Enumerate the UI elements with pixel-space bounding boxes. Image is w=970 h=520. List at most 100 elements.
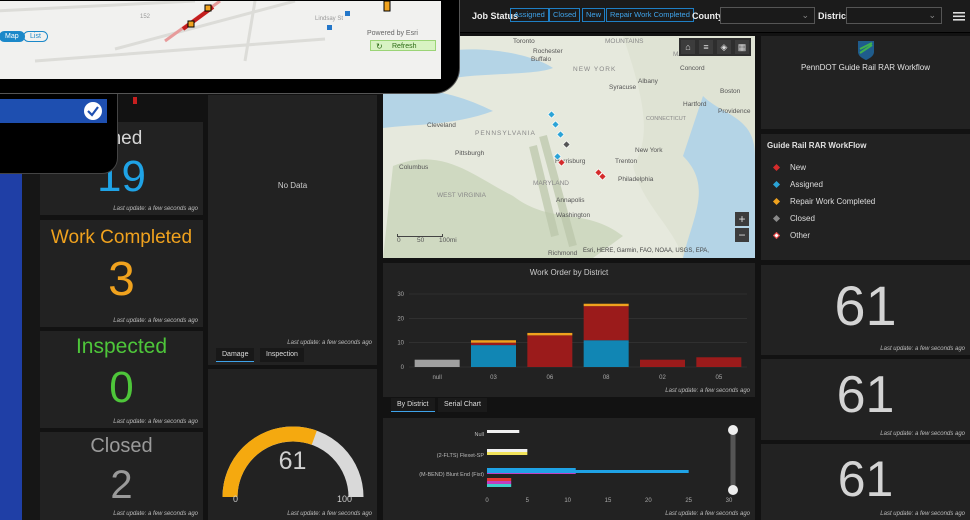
- scroll-handle-bottom[interactable]: [728, 485, 738, 495]
- status-chip-closed[interactable]: Closed: [549, 8, 581, 22]
- county-select[interactable]: ⌄: [720, 7, 815, 24]
- legend-item-new: New: [772, 163, 806, 172]
- map-attribution: Esri, HERE, Garmin, FAO, NOAA, USGS, EPA…: [583, 248, 709, 254]
- chevron-down-icon: ⌄: [928, 10, 936, 20]
- x-tick-label: 0: [485, 498, 489, 504]
- status-chip-repair-work-completed[interactable]: Repair Work Completed: [606, 8, 694, 22]
- tab-damage[interactable]: Damage: [216, 348, 255, 362]
- scroll-handle-top[interactable]: [728, 425, 738, 435]
- brand-title: PennDOT Guide Rail RAR Workflow: [800, 63, 931, 72]
- status-chip-new[interactable]: New: [582, 8, 606, 22]
- diamond-icon: [772, 163, 781, 172]
- x-tick-label: 5: [526, 498, 530, 504]
- scale-label: 100mi: [439, 237, 457, 244]
- y-tick-label: (M-BEND) Blunt End (Fist): [419, 472, 484, 478]
- x-tick-label: 20: [645, 498, 652, 504]
- closed-label: Closed: [90, 435, 153, 457]
- basemap-icon[interactable]: ▦: [735, 40, 749, 54]
- filter-bar: Job Status Assigned Closed New Repair Wo…: [460, 0, 970, 33]
- map-view-button[interactable]: Map: [0, 31, 25, 42]
- bar-segment[interactable]: [583, 340, 629, 367]
- bar-segment[interactable]: [471, 345, 516, 367]
- work-completed-count: 3: [108, 253, 135, 306]
- refresh-icon: ↻: [376, 42, 383, 51]
- road-label: 152: [140, 14, 151, 20]
- count-card-1: 61 Last update: a few seconds ago: [761, 265, 970, 355]
- bar-segment[interactable]: [471, 340, 516, 343]
- feature-type-chart: 0 5 10 15 20 25 30 Null (2-FLTS) Flexet-SP (M-BEN…: [419, 425, 738, 504]
- work-order-chart: 0 10 20 30 null 03 06 08 02 05: [397, 292, 747, 381]
- chart-title: Work Order by District: [529, 268, 609, 277]
- closed-card: Closed 2 Last update: a few seconds ago: [40, 432, 203, 520]
- legend-title: Guide Rail RAR WorkFlow: [767, 141, 867, 150]
- bar-segment[interactable]: [527, 332, 573, 336]
- last-update-text: Last update: a few seconds ago: [665, 388, 750, 394]
- last-update-text: Last update: a few seconds ago: [287, 340, 372, 346]
- tab-by-district[interactable]: By District: [391, 398, 435, 412]
- side-accent: [0, 172, 22, 520]
- x-tick-label: 06: [546, 375, 553, 381]
- layers-icon[interactable]: ◈: [717, 40, 731, 54]
- closed-count: 2: [110, 463, 133, 507]
- marker-assigned: [547, 110, 565, 161]
- district-label: District: [818, 11, 850, 21]
- last-update-text: Last update: a few seconds ago: [113, 206, 198, 212]
- bar[interactable]: [487, 481, 512, 484]
- gauge-value: 61: [278, 447, 307, 475]
- tablet-map[interactable]: 152 Lindsay St Map List Powered by Esri …: [0, 1, 441, 79]
- map-toolbar: ⌂ ≡ ◈ ▦: [679, 38, 751, 56]
- diamond-icon: [772, 197, 781, 206]
- status-chip-assigned[interactable]: Assigned: [510, 8, 549, 22]
- phone-selected-row[interactable]: [0, 99, 107, 123]
- zoom-in-button[interactable]: +: [735, 212, 749, 226]
- scale-label: 0: [397, 237, 401, 244]
- list-icon[interactable]: ≡: [699, 40, 713, 54]
- bar-segment[interactable]: [583, 303, 629, 307]
- county-label: County: [692, 11, 723, 21]
- damage-panel: No Data Last update: a few seconds ago: [208, 95, 377, 365]
- bar-segment[interactable]: [471, 342, 516, 346]
- x-tick-label: 10: [564, 498, 571, 504]
- x-tick-label: null: [432, 375, 441, 381]
- y-tick-label: (2-FLTS) Flexet-SP: [437, 453, 485, 459]
- tab-serial-chart[interactable]: Serial Chart: [438, 398, 487, 412]
- bar[interactable]: [487, 484, 512, 487]
- count-value: 61: [837, 451, 894, 507]
- last-update-text: Last update: a few seconds ago: [880, 346, 965, 352]
- x-tick-label: 03: [490, 375, 497, 381]
- home-icon[interactable]: ⌂: [681, 40, 695, 54]
- gauge-max: 100: [337, 494, 353, 504]
- bar-segment[interactable]: [640, 359, 685, 367]
- marker-new: [557, 158, 607, 181]
- menu-icon[interactable]: [953, 9, 965, 21]
- bar[interactable]: [487, 478, 512, 481]
- bar-segment[interactable]: [414, 359, 460, 367]
- count-card-2: 61 Last update: a few seconds ago: [761, 359, 970, 440]
- bar[interactable]: [487, 470, 689, 473]
- feature-type-chart-panel: 0 5 10 15 20 25 30 Null (2-FLTS) Flexet-SP (M-BEN…: [383, 418, 755, 520]
- work-order-chart-panel: 0 10 20 30 null 03 06 08 02 05 Work Order by Dist…: [383, 263, 755, 397]
- bar[interactable]: [487, 449, 528, 452]
- gauge-min: 0: [233, 494, 239, 504]
- count-value: 61: [834, 274, 897, 337]
- last-update-text: Last update: a few seconds ago: [665, 511, 750, 517]
- bar[interactable]: [487, 452, 528, 455]
- inspected-count: 0: [109, 363, 134, 412]
- x-tick-label: 30: [726, 498, 733, 504]
- district-select[interactable]: ⌄: [846, 7, 942, 24]
- count-card-3: 61 Last update: a few seconds ago: [761, 444, 970, 520]
- bar[interactable]: [487, 430, 520, 433]
- last-update-text: Last update: a few seconds ago: [880, 511, 965, 517]
- bar-segment[interactable]: [527, 335, 573, 367]
- bar-segment[interactable]: [696, 357, 742, 367]
- zoom-out-button[interactable]: −: [735, 228, 749, 242]
- bar-segment[interactable]: [583, 306, 629, 341]
- legend-item-other: Other: [772, 231, 810, 240]
- diamond-icon: [772, 231, 781, 240]
- tab-inspection[interactable]: Inspection: [260, 348, 304, 362]
- penndot-logo-icon: [858, 41, 874, 60]
- work-completed-label: Work Completed: [50, 227, 193, 248]
- y-tick-label: 20: [397, 316, 404, 322]
- refresh-button[interactable]: ↻ Refresh: [370, 40, 436, 51]
- list-view-button[interactable]: List: [23, 31, 48, 42]
